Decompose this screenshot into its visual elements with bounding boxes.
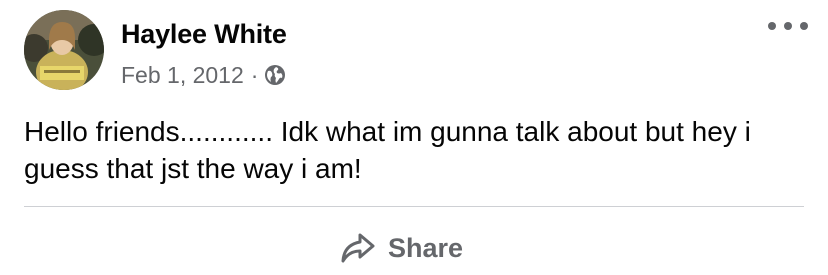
meta-separator: ·	[250, 61, 259, 88]
post-card: Haylee White Feb 1, 2012 · Hello friends…	[0, 0, 828, 275]
more-options-icon[interactable]	[768, 14, 808, 38]
post-meta: Feb 1, 2012 ·	[121, 60, 286, 90]
avatar-photo	[24, 10, 104, 90]
author-name[interactable]: Haylee White	[121, 19, 287, 50]
divider	[24, 206, 804, 207]
globe-icon	[264, 64, 286, 86]
avatar[interactable]	[24, 10, 104, 90]
share-arrow-icon	[340, 232, 376, 264]
share-label: Share	[388, 232, 464, 263]
post-text: Hello friends............ Idk what im gu…	[24, 116, 751, 184]
post-date[interactable]: Feb 1, 2012	[121, 62, 244, 89]
share-button[interactable]: Share	[340, 222, 463, 274]
